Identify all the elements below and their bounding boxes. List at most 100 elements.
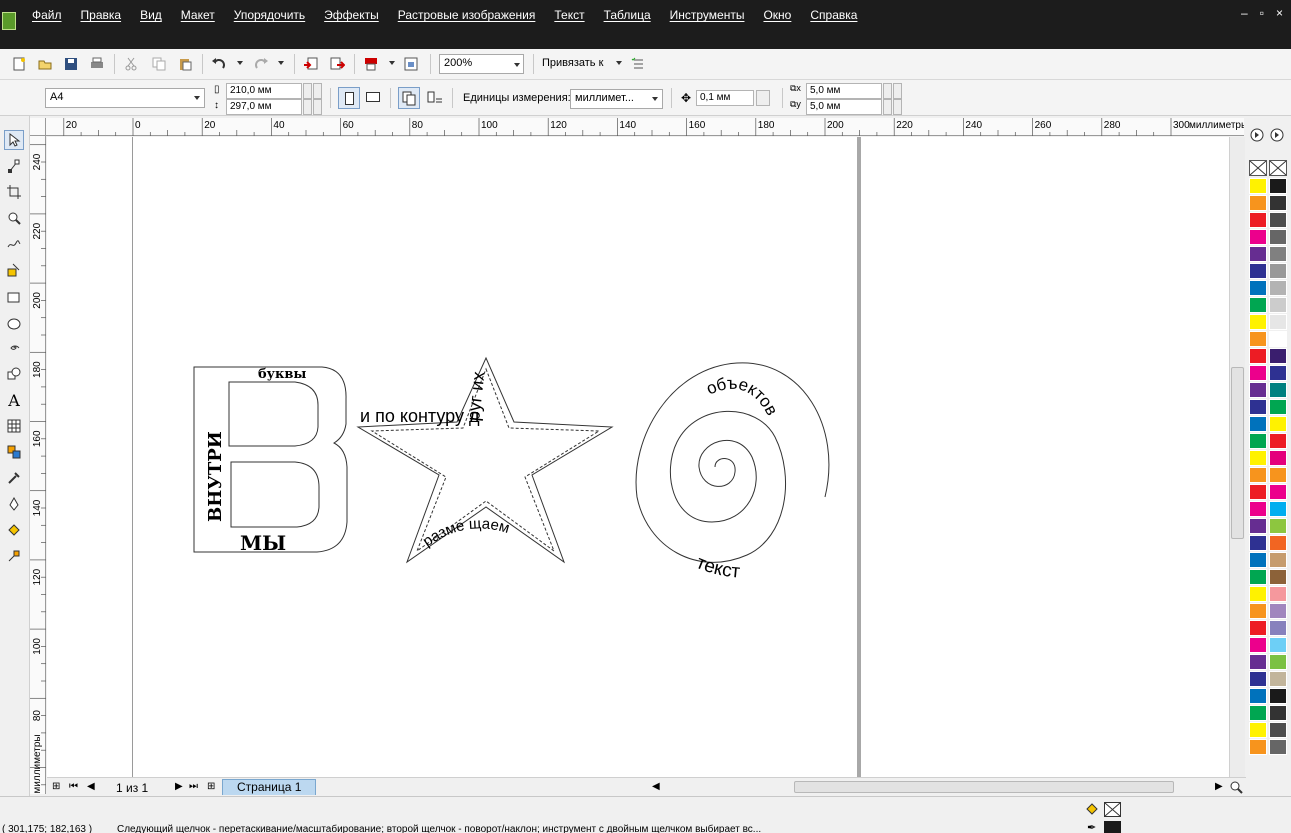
prev-page-icon[interactable]: ◀ — [87, 781, 95, 792]
palette-swatch-left[interactable] — [1249, 212, 1267, 228]
palette-swatch-right[interactable] — [1269, 552, 1287, 568]
palette-swatch-right[interactable] — [1269, 178, 1287, 194]
palette-swatch-left[interactable] — [1249, 688, 1267, 704]
palette-swatch-right[interactable] — [1269, 705, 1287, 721]
publish-pdf-icon[interactable] — [362, 55, 380, 73]
scroll-left-icon[interactable]: ◀ — [652, 781, 660, 792]
palette-swatch-right[interactable] — [1269, 280, 1287, 296]
palette-swatch-left[interactable] — [1249, 484, 1267, 500]
height-spinner-2[interactable] — [313, 99, 322, 115]
text-tool-icon[interactable]: A — [4, 390, 24, 410]
palette-swatch-right[interactable] — [1269, 518, 1287, 534]
fill-tool-icon[interactable] — [4, 520, 24, 540]
palette-swatch-left[interactable] — [1249, 450, 1267, 466]
minimize-icon[interactable]: – — [1241, 6, 1248, 20]
outline-indicator-icon[interactable]: ✒ — [1087, 821, 1096, 833]
scroll-right-icon[interactable]: ▶ — [1215, 781, 1223, 792]
interactive-fill-tool-icon[interactable] — [4, 546, 24, 566]
palette-swatch-left[interactable] — [1249, 178, 1267, 194]
palette-swatch-left[interactable] — [1249, 382, 1267, 398]
palette-swatch-left[interactable] — [1249, 399, 1267, 415]
palette-swatch-right[interactable] — [1269, 620, 1287, 636]
horizontal-ruler[interactable]: 20 0 20 40 60 80 100 120 140 160 180 200 220 240 260 28… — [46, 118, 1248, 136]
duplicate-y-input[interactable]: 5,0 мм — [806, 99, 882, 115]
palette-swatch-left[interactable] — [1249, 229, 1267, 245]
landscape-icon[interactable] — [366, 92, 380, 102]
palette-swatch-left[interactable] — [1249, 331, 1267, 347]
import-icon[interactable] — [302, 55, 320, 73]
palette-swatch-left[interactable] — [1249, 586, 1267, 602]
paste-icon[interactable] — [176, 55, 194, 73]
palette-swatch-left[interactable] — [1249, 501, 1267, 517]
basic-shapes-tool-icon[interactable] — [4, 364, 24, 384]
palette-swatch-left[interactable] — [1249, 603, 1267, 619]
palette-swatch-left[interactable] — [1249, 535, 1267, 551]
menu-item-10[interactable]: Окно — [763, 8, 800, 22]
letter-text-top[interactable]: буквы — [258, 367, 306, 382]
vertical-scrollbar[interactable] — [1229, 137, 1245, 777]
fill-indicator-icon[interactable] — [1085, 802, 1101, 819]
snap-dropdown-icon[interactable] — [616, 61, 622, 65]
palette-swatch-left[interactable] — [1249, 433, 1267, 449]
palette-swatch-left[interactable] — [1249, 552, 1267, 568]
palette-swatch-right[interactable] — [1269, 416, 1287, 432]
close-icon[interactable]: × — [1276, 6, 1283, 20]
palette-flyout-icon[interactable] — [1270, 128, 1286, 145]
fill-none-swatch[interactable] — [1104, 802, 1121, 817]
palette-scroll-up-icon[interactable] — [1250, 128, 1266, 145]
palette-swatch-right[interactable] — [1269, 399, 1287, 415]
palette-swatch-left[interactable] — [1249, 705, 1267, 721]
palette-swatch-left[interactable] — [1249, 671, 1267, 687]
dup-y-spinner[interactable] — [883, 99, 892, 115]
duplicate-x-input[interactable]: 5,0 мм — [806, 83, 882, 99]
paper-size-select[interactable]: A4 — [45, 88, 205, 108]
palette-swatch-left[interactable] — [1249, 246, 1267, 262]
freehand-tool-icon[interactable] — [4, 234, 24, 254]
last-page-icon[interactable]: ⏭ — [189, 781, 198, 792]
shape-tool-icon[interactable] — [4, 156, 24, 176]
palette-swatch-right[interactable] — [1269, 722, 1287, 738]
palette-swatch-left[interactable] — [1249, 314, 1267, 330]
cut-icon[interactable] — [122, 55, 140, 73]
restore-icon[interactable]: ▫ — [1260, 6, 1264, 20]
width-spinner-2[interactable] — [313, 83, 322, 99]
redo-icon[interactable] — [252, 55, 270, 73]
palette-swatch-right[interactable] — [1269, 535, 1287, 551]
palette-swatch-right[interactable] — [1269, 314, 1287, 330]
star-outer-text[interactable]: и по контуру друг их — [360, 371, 488, 426]
palette-swatch-right[interactable] — [1269, 586, 1287, 602]
pick-tool-icon[interactable] — [4, 130, 24, 150]
zoom-level-select[interactable]: 200% — [439, 54, 524, 74]
width-spinner[interactable] — [303, 83, 312, 99]
palette-swatch-right[interactable] — [1269, 331, 1287, 347]
horizontal-scroll-thumb[interactable] — [794, 781, 1174, 793]
palette-swatch-right[interactable] — [1269, 382, 1287, 398]
drawing-canvas[interactable]: буквы ВНУТРИ МЫ и по контуру друг их раз… — [47, 137, 1230, 777]
ruler-origin[interactable] — [30, 118, 46, 136]
spiral-upper-text[interactable]: объектов — [704, 374, 782, 419]
page-width-input[interactable]: 210,0 мм — [226, 83, 302, 99]
menu-item-4[interactable]: Упорядочить — [234, 8, 314, 22]
palette-swatch-right[interactable] — [1269, 671, 1287, 687]
snap-to-button[interactable]: Привязать к — [542, 57, 603, 69]
palette-swatch-left[interactable] — [1249, 654, 1267, 670]
zoom-tool-icon[interactable] — [4, 208, 24, 228]
no-color-swatch-2[interactable] — [1269, 160, 1287, 176]
copy-icon[interactable] — [150, 55, 168, 73]
palette-swatch-left[interactable] — [1249, 297, 1267, 313]
palette-swatch-right[interactable] — [1269, 246, 1287, 262]
vertical-ruler[interactable]: 240 220 200 180 160 140 120 100 80 миллиметры — [30, 136, 46, 794]
eyedropper-tool-icon[interactable] — [4, 468, 24, 488]
palette-swatch-left[interactable] — [1249, 569, 1267, 585]
next-page-icon[interactable]: ▶ — [175, 781, 183, 792]
navigator-icon[interactable] — [1229, 780, 1243, 797]
palette-swatch-right[interactable] — [1269, 195, 1287, 211]
vertical-scroll-thumb[interactable] — [1231, 367, 1244, 539]
ellipse-tool-icon[interactable] — [4, 314, 24, 334]
palette-swatch-right[interactable] — [1269, 263, 1287, 279]
palette-swatch-right[interactable] — [1269, 484, 1287, 500]
rectangle-tool-icon[interactable] — [4, 288, 24, 308]
crop-tool-icon[interactable] — [4, 182, 24, 202]
palette-swatch-left[interactable] — [1249, 416, 1267, 432]
palette-swatch-right[interactable] — [1269, 433, 1287, 449]
